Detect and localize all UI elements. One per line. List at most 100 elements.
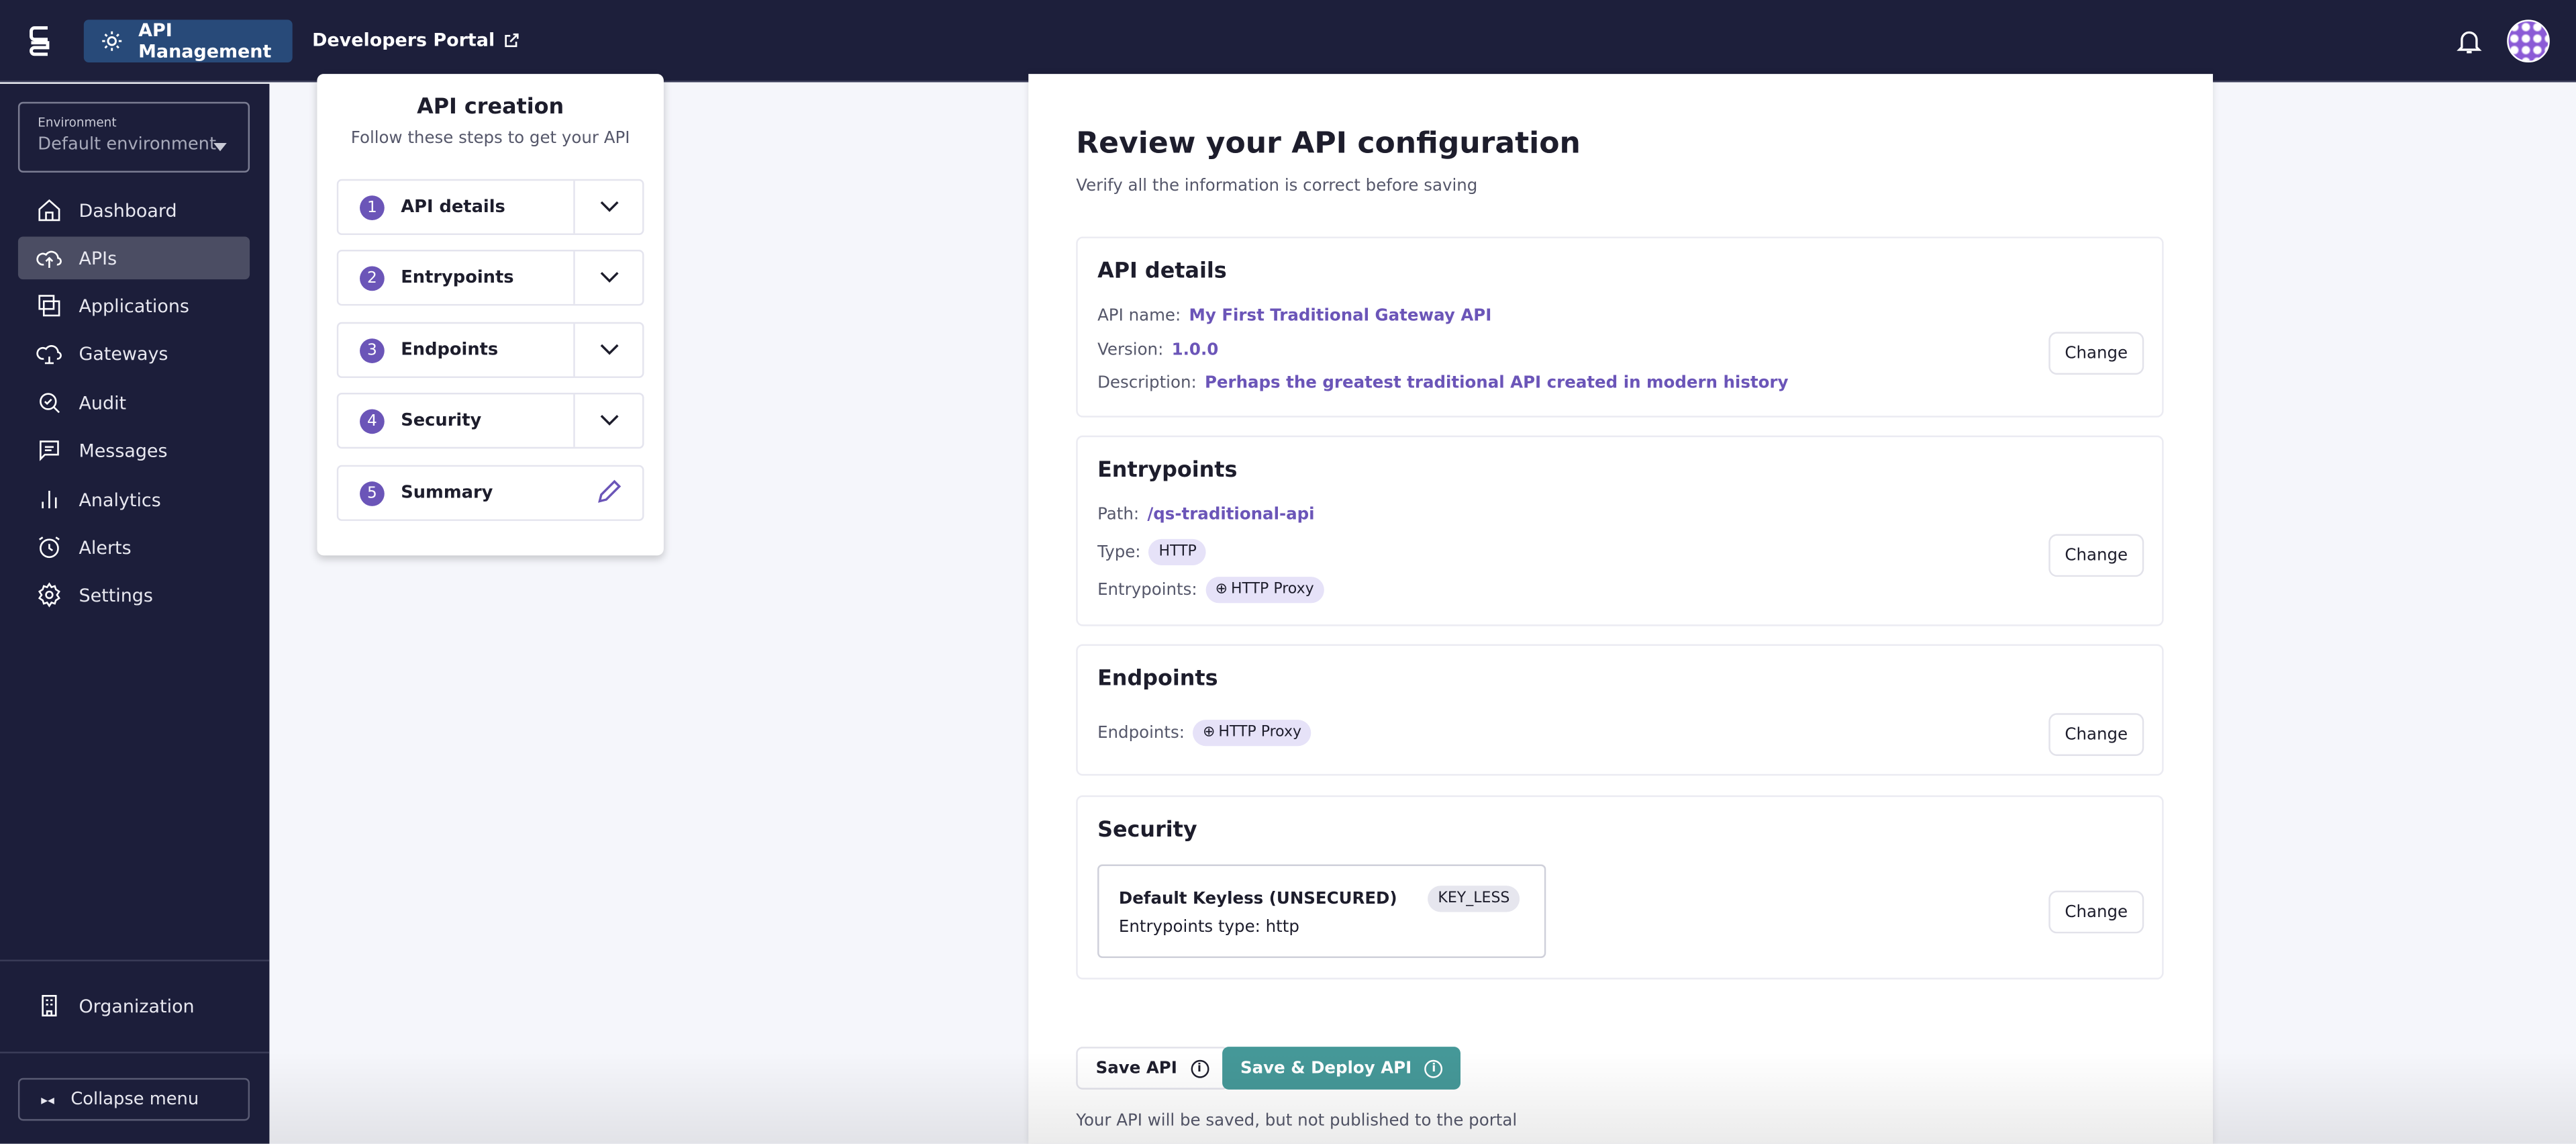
top-bar: API Management Developers Portal <box>0 0 2576 83</box>
sidebar-item-dashboard[interactable]: Dashboard <box>18 189 250 232</box>
sidebar-item-analytics[interactable]: Analytics <box>18 478 250 521</box>
api-name-row: API name: My First Traditional Gateway AP… <box>1097 307 1491 326</box>
sidebar-item-label: Organization <box>79 995 195 1016</box>
change-entrypoints-button[interactable]: Change <box>2048 534 2144 577</box>
step-label: Security <box>401 410 482 431</box>
gravitee-logo-icon[interactable] <box>28 25 51 58</box>
sidebar-item-applications[interactable]: Applications <box>18 284 250 327</box>
home-icon <box>38 199 60 222</box>
alarm-clock-icon <box>39 536 60 559</box>
developers-portal-label: Developers Portal <box>312 30 495 51</box>
step-number: 4 <box>360 408 385 433</box>
endpoints-section: Endpoints Endpoints: ⊕ HTTP Proxy Change <box>1076 644 2164 776</box>
api-creation-stepper: API creation Follow these steps to get y… <box>317 74 664 556</box>
pencil-icon <box>597 477 623 509</box>
change-api-details-button[interactable]: Change <box>2048 332 2144 375</box>
plan-name: Default Keyless (UNSECURED) <box>1118 890 1397 909</box>
step-label: API details <box>401 197 505 218</box>
section-title: API details <box>1097 259 1227 285</box>
sidebar-item-label: Dashboard <box>79 199 177 222</box>
path-value: /qs-traditional-api <box>1147 506 1315 524</box>
step-label: Entrypoints <box>401 267 514 288</box>
developers-portal-link[interactable]: Developers Portal <box>312 30 519 51</box>
info-icon: i <box>1190 1059 1209 1078</box>
info-icon: i <box>1424 1059 1443 1078</box>
step-endpoints[interactable]: 3 Endpoints <box>336 322 644 378</box>
page-title: Review your API configuration <box>1076 126 1581 161</box>
building-icon <box>42 995 57 1016</box>
external-link-icon <box>505 33 519 48</box>
sidebar-item-apis[interactable]: APIs <box>17 236 250 280</box>
sidebar-item-gateways[interactable]: Gateways <box>18 332 250 375</box>
applications-icon <box>38 295 60 317</box>
change-security-button[interactable]: Change <box>2048 890 2144 934</box>
sidebar-item-messages[interactable]: Messages <box>18 429 250 472</box>
description-row: Description: Perhaps the greatest traditi… <box>1097 375 1788 393</box>
sidebar-item-label: APIs <box>79 247 117 269</box>
path-label: Path: <box>1097 506 1140 524</box>
api-management-tab[interactable]: API Management <box>83 19 293 63</box>
type-label: Type: <box>1097 542 1141 561</box>
endpoints-row: Endpoints: ⊕ HTTP Proxy <box>1097 720 1311 747</box>
environment-select[interactable]: Environment Default environment <box>17 101 250 173</box>
avatar[interactable] <box>2507 19 2550 63</box>
audit-search-icon <box>40 393 60 414</box>
version-row: Version: 1.0.0 <box>1097 342 1218 360</box>
sidebar-item-organization[interactable]: Organization <box>18 984 250 1027</box>
step-summary[interactable]: 5 Summary <box>336 465 644 521</box>
collapse-menu-label: Collapse menu <box>70 1089 199 1110</box>
api-name-label: API name: <box>1097 307 1181 326</box>
entrypoints-label: Entrypoints: <box>1097 581 1197 600</box>
path-row: Path: /qs-traditional-api <box>1097 506 1315 524</box>
step-api-details[interactable]: 1 API details <box>336 179 644 236</box>
type-row: Type: HTTP <box>1097 538 1207 566</box>
step-label: Endpoints <box>401 340 499 361</box>
chevron-down-icon[interactable] <box>573 181 642 234</box>
step-number: 1 <box>360 195 385 220</box>
globe-icon: ⊕ <box>1215 581 1228 598</box>
endpoint-chip: ⊕ HTTP Proxy <box>1193 720 1311 747</box>
step-number: 2 <box>360 265 385 291</box>
sidebar-item-audit[interactable]: Audit <box>18 381 250 424</box>
collapse-menu-button[interactable]: ▸◂ Collapse menu <box>17 1078 250 1121</box>
endpoint-value: HTTP Proxy <box>1218 724 1302 741</box>
save-deploy-api-button[interactable]: Save & Deploy API i <box>1222 1047 1461 1090</box>
sidebar-item-label: Alerts <box>79 536 132 558</box>
environment-label: Environment <box>38 115 117 130</box>
sidebar-item-label: Messages <box>79 439 168 461</box>
type-chip: HTTP <box>1148 538 1207 566</box>
stepper-subtitle: Follow these steps to get your API <box>350 130 630 148</box>
step-entrypoints[interactable]: 2 Entrypoints <box>336 250 644 306</box>
cloud-upload-icon <box>36 250 62 268</box>
save-deploy-label: Save & Deploy API <box>1240 1059 1412 1078</box>
gear-icon <box>38 582 60 608</box>
description-value: Perhaps the greatest traditional API cre… <box>1204 375 1789 393</box>
bell-icon[interactable] <box>2455 26 2484 56</box>
chevron-down-icon[interactable] <box>573 251 642 304</box>
chevron-down-icon[interactable] <box>573 394 642 447</box>
version-label: Version: <box>1097 342 1164 361</box>
plan-entrypoints-type: Entrypoints type: http <box>1118 918 1299 937</box>
message-icon <box>40 440 59 461</box>
change-endpoints-button[interactable]: Change <box>2048 713 2144 756</box>
api-name-value: My First Traditional Gateway API <box>1189 307 1492 326</box>
sidebar-item-label: Settings <box>79 584 153 606</box>
sidebar-item-label: Audit <box>79 391 127 414</box>
chevron-down-icon[interactable] <box>573 324 642 377</box>
entrypoint-chip: ⊕ HTTP Proxy <box>1205 577 1324 604</box>
endpoints-label: Endpoints: <box>1097 724 1185 743</box>
step-number: 5 <box>360 480 385 506</box>
sidebar-item-label: Gateways <box>79 342 168 365</box>
save-api-button[interactable]: Save API i <box>1076 1047 1228 1090</box>
step-label: Summary <box>401 483 493 503</box>
sidebar-item-settings[interactable]: Settings <box>18 573 250 616</box>
step-security[interactable]: 4 Security <box>336 393 644 449</box>
sidebar-item-alerts[interactable]: Alerts <box>18 526 250 569</box>
save-hint: Your API will be saved, but not publishe… <box>1076 1112 1518 1131</box>
entrypoints-section: Entrypoints Path: /qs-traditional-api Typ… <box>1076 435 2164 626</box>
section-title: Entrypoints <box>1097 458 1238 483</box>
step-number: 3 <box>360 338 385 363</box>
sidebar-item-label: Analytics <box>79 489 161 511</box>
review-panel: Review your API configuration Verify all… <box>1028 74 2214 1144</box>
api-details-section: API details API name: My First Traditiona… <box>1076 236 2164 418</box>
